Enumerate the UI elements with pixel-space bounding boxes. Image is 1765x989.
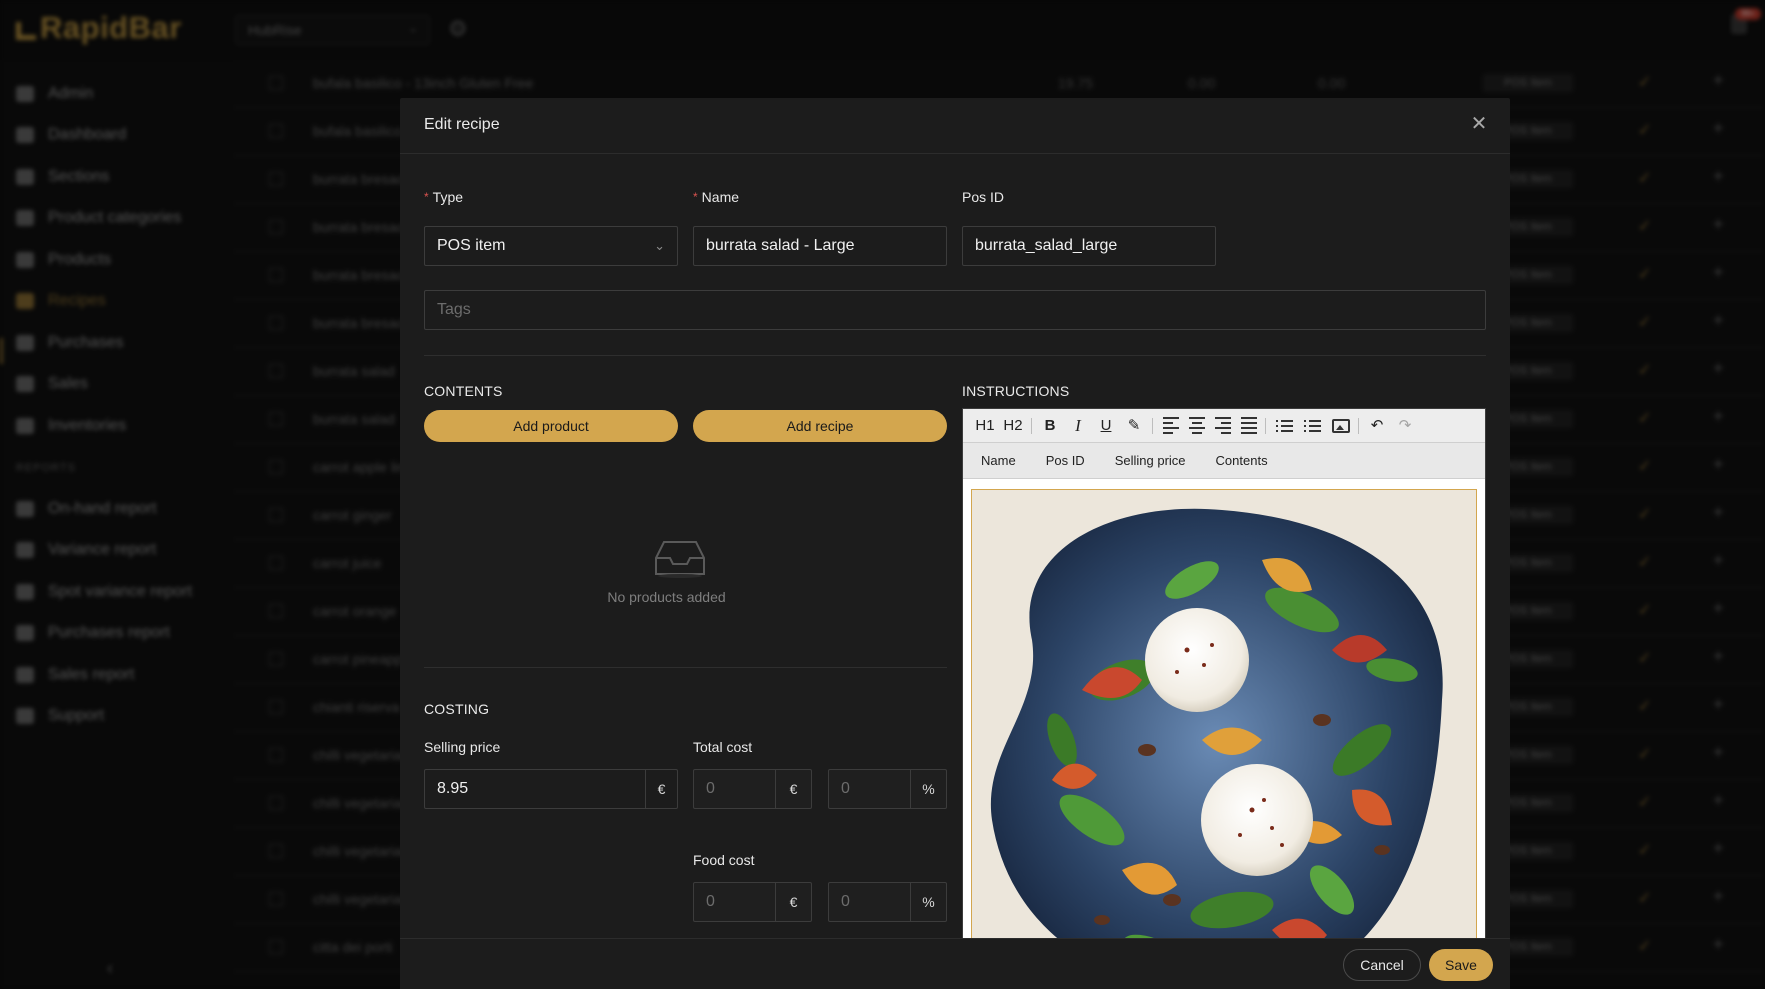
chevron-down-icon: ⌄ xyxy=(654,238,665,253)
section-divider xyxy=(424,667,947,668)
name-label: * Name xyxy=(693,189,739,205)
undo-icon[interactable]: ↶ xyxy=(1365,414,1389,438)
type-label-text: Type xyxy=(432,189,464,205)
total-cost-field: € xyxy=(693,769,812,809)
instructions-editor[interactable]: H1 H2 B I U ✎ ↶ ↷ Name Pos ID Selling pr… xyxy=(962,408,1486,989)
cancel-button[interactable]: Cancel xyxy=(1343,949,1421,981)
instructions-title: INSTRUCTIONS xyxy=(962,383,1070,399)
variable-contents[interactable]: Contents xyxy=(1216,453,1268,468)
modal-header: Edit recipe ✕ xyxy=(400,98,1510,154)
add-product-button[interactable]: Add product xyxy=(424,410,678,442)
type-label: * Type xyxy=(424,189,463,205)
toolbar-separator xyxy=(1152,417,1153,434)
heading1-button[interactable]: H1 xyxy=(973,414,997,438)
euro-suffix: € xyxy=(775,883,811,921)
empty-inbox-icon xyxy=(655,541,705,578)
contents-title: CONTENTS xyxy=(424,383,503,399)
toolbar-separator xyxy=(1031,417,1032,434)
align-justify-icon[interactable] xyxy=(1241,414,1257,438)
variable-name[interactable]: Name xyxy=(981,453,1016,468)
edit-recipe-modal: Edit recipe ✕ * Type * Name Pos ID POS ite… xyxy=(400,98,1510,989)
insert-image-icon[interactable] xyxy=(1332,418,1350,433)
numbered-list-icon[interactable] xyxy=(1304,414,1322,438)
variable-pos-id[interactable]: Pos ID xyxy=(1046,453,1085,468)
save-button[interactable]: Save xyxy=(1429,949,1493,981)
highlight-icon[interactable]: ✎ xyxy=(1122,414,1146,438)
tags-input[interactable] xyxy=(424,290,1486,330)
bold-button[interactable]: B xyxy=(1038,414,1062,438)
selling-price-input[interactable] xyxy=(425,770,645,808)
pos-id-input[interactable] xyxy=(962,226,1216,266)
add-recipe-button[interactable]: Add recipe xyxy=(693,410,947,442)
food-cost-field: € xyxy=(693,882,812,922)
modal-title: Edit recipe xyxy=(424,116,500,133)
name-input[interactable] xyxy=(693,226,947,266)
selling-price-label: Selling price xyxy=(424,739,501,755)
align-left-icon[interactable] xyxy=(1163,414,1179,438)
redo-icon[interactable]: ↷ xyxy=(1393,414,1417,438)
variable-bar: Name Pos ID Selling price Contents xyxy=(963,443,1485,479)
name-label-text: Name xyxy=(701,189,740,205)
percent-suffix: % xyxy=(910,770,946,808)
modal-footer: Cancel Save xyxy=(400,938,1510,989)
heading2-button[interactable]: H2 xyxy=(1001,414,1025,438)
required-marker: * xyxy=(424,190,429,204)
pos-id-label: Pos ID xyxy=(962,189,1005,205)
food-cost-input xyxy=(694,883,775,921)
type-select-value: POS item xyxy=(437,237,506,254)
food-cost-percent-field: % xyxy=(828,882,947,922)
bullet-list-icon[interactable] xyxy=(1276,414,1294,438)
costing-title: COSTING xyxy=(424,701,490,717)
empty-state-text: No products added xyxy=(607,589,726,605)
selling-price-field: € xyxy=(424,769,678,809)
align-center-icon[interactable] xyxy=(1189,414,1205,438)
type-select[interactable]: POS item ⌄ xyxy=(424,226,678,266)
food-cost-label: Food cost xyxy=(693,852,755,868)
italic-button[interactable]: I xyxy=(1066,414,1090,438)
total-cost-label: Total cost xyxy=(693,739,753,755)
total-cost-percent-input xyxy=(829,770,910,808)
close-icon[interactable]: ✕ xyxy=(1468,113,1490,135)
underline-button[interactable]: U xyxy=(1094,414,1118,438)
variable-selling-price[interactable]: Selling price xyxy=(1115,453,1186,468)
align-right-icon[interactable] xyxy=(1215,414,1231,438)
required-marker: * xyxy=(693,190,698,204)
toolbar-separator xyxy=(1358,417,1359,434)
recipe-photo[interactable] xyxy=(971,489,1477,988)
total-cost-input xyxy=(694,770,775,808)
toolbar-separator xyxy=(1265,417,1266,434)
euro-suffix: € xyxy=(775,770,811,808)
percent-suffix: % xyxy=(910,883,946,921)
food-cost-percent-input xyxy=(829,883,910,921)
section-divider xyxy=(424,355,1486,356)
euro-suffix: € xyxy=(645,770,677,808)
burrata-salad-image xyxy=(972,490,1476,988)
editor-toolbar: H1 H2 B I U ✎ ↶ ↷ xyxy=(963,409,1485,443)
total-cost-percent-field: % xyxy=(828,769,947,809)
